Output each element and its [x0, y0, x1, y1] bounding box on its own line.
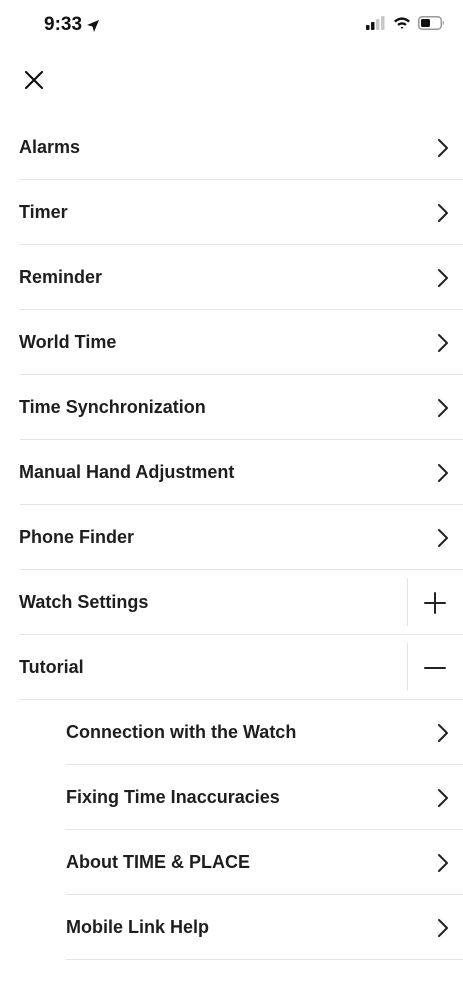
chevron-right-icon [433, 788, 453, 808]
plus-icon [424, 591, 446, 614]
chevron-right-icon [433, 853, 453, 873]
status-time-text: 9:33 [44, 14, 83, 35]
status-time: 9:33 [44, 14, 100, 36]
menu-item-label: Timer [19, 202, 68, 222]
menu-item-label: Time Synchronization [19, 397, 206, 417]
collapse-button[interactable] [407, 635, 463, 700]
signal-icon [366, 16, 385, 30]
battery-icon [418, 16, 444, 30]
menu-item-phone-finder[interactable]: Phone Finder [0, 505, 463, 570]
menu-list: Alarms Timer Reminder World Time Time Sy… [0, 115, 463, 960]
menu-item-watch-settings[interactable]: Watch Settings [0, 570, 463, 635]
menu-item-alarms[interactable]: Alarms [0, 115, 463, 180]
submenu-item-label: Mobile Link Help [66, 917, 210, 937]
menu-item-label: Phone Finder [19, 527, 135, 547]
menu-item-label: Alarms [19, 137, 81, 157]
submenu-item-label: About TIME & PLACE [66, 852, 250, 872]
submenu-item-connection-with-the-watch[interactable]: Connection with the Watch [0, 700, 463, 765]
menu-item-label: World Time [19, 332, 117, 352]
menu-item-label: Tutorial [19, 657, 84, 677]
wifi-icon [394, 17, 410, 29]
submenu-item-label: Fixing Time Inaccuracies [66, 787, 280, 807]
close-button[interactable] [20, 66, 48, 94]
menu-item-time-synchronization[interactable]: Time Synchronization [0, 375, 463, 440]
chevron-right-icon [433, 138, 453, 158]
menu-item-manual-hand-adjustment[interactable]: Manual Hand Adjustment [0, 440, 463, 505]
location-arrow-icon [87, 19, 100, 32]
chevron-right-icon [433, 268, 453, 288]
menu-item-reminder[interactable]: Reminder [0, 245, 463, 310]
minus-icon [424, 666, 446, 669]
menu-item-timer[interactable]: Timer [0, 180, 463, 245]
submenu-item-label: Connection with the Watch [66, 722, 297, 742]
submenu-item-about-time-and-place[interactable]: About TIME & PLACE [0, 830, 463, 895]
submenu-item-fixing-time-inaccuracies[interactable]: Fixing Time Inaccuracies [0, 765, 463, 830]
chevron-right-icon [433, 918, 453, 938]
chevron-right-icon [433, 398, 453, 418]
close-icon [24, 70, 44, 90]
chevron-right-icon [433, 333, 453, 353]
chevron-right-icon [433, 203, 453, 223]
chevron-right-icon [433, 528, 453, 548]
menu-item-tutorial[interactable]: Tutorial [0, 635, 463, 700]
chevron-right-icon [433, 723, 453, 743]
status-bar: 9:33 [0, 0, 463, 50]
expand-button[interactable] [407, 570, 463, 635]
menu-item-world-time[interactable]: World Time [0, 310, 463, 375]
toggle-divider [407, 643, 408, 691]
menu-item-label: Manual Hand Adjustment [19, 462, 235, 482]
menu-item-label: Watch Settings [19, 592, 149, 612]
chevron-right-icon [433, 463, 453, 483]
menu-item-label: Reminder [19, 267, 103, 287]
status-icons [366, 16, 445, 30]
submenu-item-mobile-link-help[interactable]: Mobile Link Help [0, 895, 463, 960]
toggle-divider [407, 578, 408, 626]
